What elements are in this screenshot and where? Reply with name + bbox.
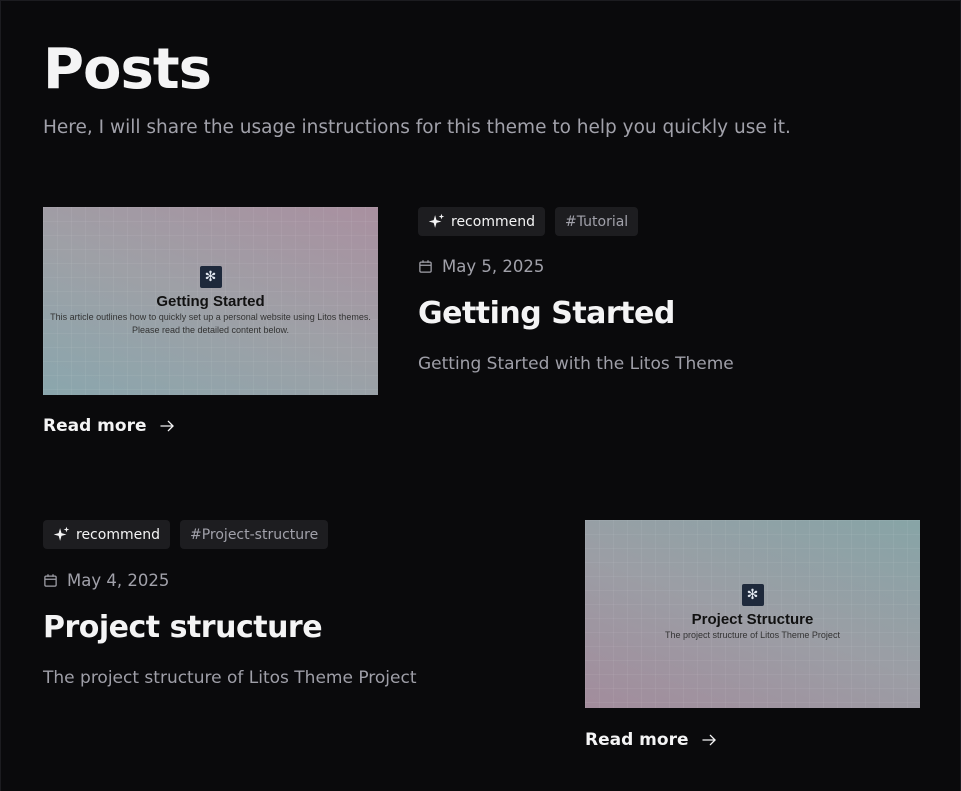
post-title[interactable]: Getting Started: [418, 296, 675, 331]
post-tags: recommend #Tutorial: [418, 207, 639, 236]
post-date: May 5, 2025: [418, 257, 544, 276]
logo-icon: ✻: [199, 266, 222, 288]
recommend-tag-label: recommend: [76, 526, 160, 543]
post-description: Getting Started with the Litos Theme: [418, 354, 734, 374]
thumbnail-description-line-2: Please read the detailed content below.: [131, 324, 290, 335]
thumbnail-title: Getting Started: [156, 293, 265, 310]
sparkles-icon: [53, 526, 70, 541]
post-description: The project structure of Litos Theme Pro…: [43, 668, 417, 688]
thumbnail-title: Project Structure: [691, 611, 814, 628]
arrow-right-icon: [159, 420, 174, 432]
read-more-link[interactable]: Read more: [43, 416, 175, 436]
post-date-text: May 4, 2025: [67, 571, 170, 590]
thumbnail-description-line-1: This article outlines how to quickly set…: [50, 312, 371, 322]
read-more-label: Read more: [43, 416, 147, 436]
sparkles-icon: [428, 213, 445, 228]
tutorial-tag[interactable]: #Tutorial: [554, 207, 639, 236]
post-date-text: May 5, 2025: [442, 257, 545, 276]
page-subtitle: Here, I will share the usage instruction…: [43, 117, 791, 138]
arrow-right-icon: [701, 734, 716, 746]
recommend-tag[interactable]: recommend: [418, 207, 545, 236]
post-thumbnail-getting-started[interactable]: ✻ Getting Started This article outlines …: [43, 207, 378, 395]
posts-page: Posts Here, I will share the usage instr…: [0, 0, 961, 791]
post-date: May 4, 2025: [43, 571, 169, 590]
recommend-tag-label: recommend: [451, 213, 535, 230]
read-more-link[interactable]: Read more: [585, 730, 717, 750]
page-title: Posts: [43, 37, 212, 102]
calendar-icon: [44, 574, 57, 587]
post-tags: recommend #Project-structure: [43, 520, 329, 549]
post-title[interactable]: Project structure: [43, 610, 323, 645]
read-more-label: Read more: [585, 730, 689, 750]
project-structure-tag[interactable]: #Project-structure: [179, 520, 329, 549]
thumbnail-description-line-1: The project structure of Litos Theme Pro…: [665, 630, 840, 640]
post-thumbnail-project-structure[interactable]: ✻ Project Structure The project structur…: [585, 520, 920, 708]
calendar-icon: [419, 260, 432, 273]
logo-icon: ✻: [741, 584, 764, 606]
recommend-tag[interactable]: recommend: [43, 520, 170, 549]
